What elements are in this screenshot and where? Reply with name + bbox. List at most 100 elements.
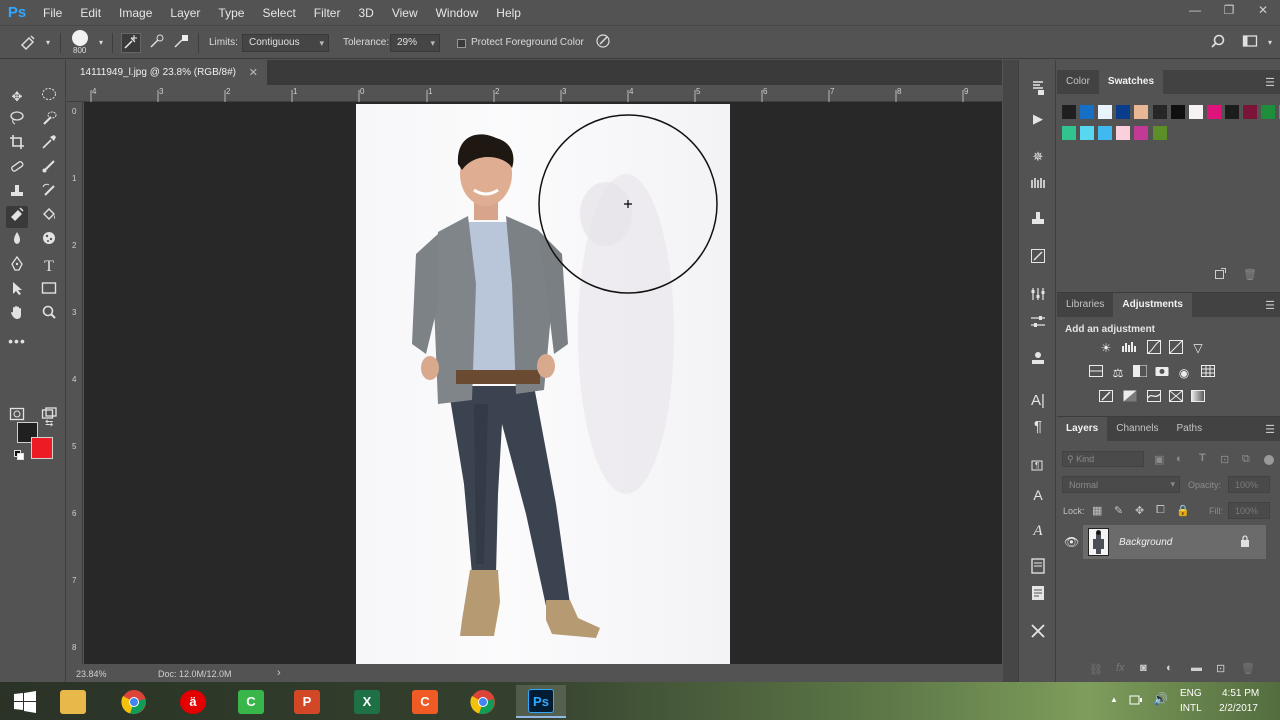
clone-source-icon[interactable]	[1026, 210, 1050, 232]
taskbar-airtel[interactable]: ä	[168, 685, 218, 718]
volume-icon[interactable]: 🔊	[1153, 692, 1168, 706]
layer-mask-icon[interactable]: ◙	[1140, 662, 1147, 674]
taskbar-powerpoint[interactable]: P	[282, 685, 332, 718]
restore-button[interactable]: ❐	[1212, 0, 1246, 20]
blend-mode-dropdown[interactable]: Normal ▾	[1062, 476, 1180, 493]
trash-icon[interactable]: 🗑	[1241, 662, 1255, 675]
menu-image[interactable]: Image	[110, 6, 161, 20]
minimize-button[interactable]: —	[1178, 0, 1212, 20]
color-swatch[interactable]	[1261, 105, 1276, 119]
background-color-swatch[interactable]	[31, 437, 53, 459]
layer-filter-dropdown[interactable]: ⚲ Kind	[1062, 451, 1144, 467]
fill-input[interactable]: 100%	[1228, 502, 1270, 519]
brush-settings-icon[interactable]: ✵	[1026, 146, 1050, 168]
clone-stamp-tool-icon[interactable]	[6, 182, 28, 204]
pen-tool-icon[interactable]	[6, 255, 28, 278]
language-indicator[interactable]: ENG	[1180, 688, 1202, 699]
tab-layers[interactable]: Layers	[1057, 417, 1108, 441]
link-layers-icon[interactable]: ⛓	[1089, 663, 1103, 676]
lock-all-icon[interactable]: 🔒	[1176, 504, 1190, 517]
levels-icon[interactable]	[1121, 340, 1139, 356]
hue-saturation-icon[interactable]	[1087, 365, 1105, 381]
panel-menu-icon[interactable]: ☰	[1265, 76, 1275, 89]
sponge-tool-icon[interactable]	[38, 230, 60, 252]
tab-color[interactable]: Color	[1057, 70, 1099, 94]
sampling-continuous-icon[interactable]	[121, 33, 141, 53]
menu-view[interactable]: View	[383, 6, 427, 20]
close-tab-icon[interactable]: ✕	[249, 66, 258, 79]
brush-picker-chevron-icon[interactable]: ▾	[91, 33, 111, 53]
limits-dropdown[interactable]: Contiguous ▾	[242, 34, 329, 52]
network-icon[interactable]	[1129, 693, 1143, 710]
color-swatch[interactable]	[1080, 105, 1095, 119]
more-tools-icon[interactable]: •••	[6, 330, 28, 352]
background-eraser-tool-icon[interactable]	[6, 206, 28, 228]
sampling-once-icon[interactable]	[147, 33, 167, 53]
lock-artboard-icon[interactable]: ⧠	[1156, 504, 1165, 517]
paragraph-styles-icon[interactable]: ¶	[1026, 456, 1050, 478]
quick-selection-tool-icon[interactable]	[38, 110, 60, 132]
workspace-chevron-icon[interactable]: ▾	[1260, 33, 1280, 53]
color-swatch[interactable]	[1152, 126, 1167, 140]
clock-time[interactable]: 4:51 PM	[1222, 688, 1259, 699]
search-icon[interactable]	[1208, 33, 1228, 53]
filter-type-icon[interactable]: T	[1199, 452, 1206, 464]
lock-image-icon[interactable]: ✎	[1114, 504, 1123, 517]
new-swatch-icon[interactable]	[1215, 268, 1226, 282]
color-swatch[interactable]	[1188, 105, 1203, 119]
color-swatch[interactable]	[1080, 126, 1095, 140]
actions-play-icon[interactable]: ▶	[1026, 108, 1050, 130]
selective-color-icon[interactable]	[1167, 390, 1185, 406]
adjust-sliders-icon[interactable]	[1026, 314, 1050, 336]
taskbar-camtasia[interactable]: C	[226, 685, 276, 718]
character-panel-icon[interactable]: A|	[1026, 390, 1050, 412]
workspace-icon[interactable]	[1240, 33, 1260, 53]
color-balance-icon[interactable]: ⚖	[1109, 365, 1127, 381]
new-group-icon[interactable]: ▬	[1191, 662, 1202, 674]
history-brush-tool-icon[interactable]	[38, 182, 60, 204]
clock-date[interactable]: 2/2/2017	[1219, 703, 1258, 714]
tab-libraries[interactable]: Libraries	[1057, 293, 1113, 317]
protect-foreground-checkbox[interactable]	[457, 39, 466, 48]
brush-tool-icon[interactable]	[38, 158, 60, 180]
tab-channels[interactable]: Channels	[1107, 417, 1167, 441]
brightness-contrast-icon[interactable]: ☀	[1097, 340, 1115, 356]
default-colors-icon[interactable]	[14, 450, 24, 463]
crop-tool-icon[interactable]	[6, 134, 28, 156]
color-swatch[interactable]	[1224, 105, 1239, 119]
curves-icon[interactable]	[1145, 340, 1163, 356]
opacity-input[interactable]: 100%	[1228, 476, 1270, 493]
menu-select[interactable]: Select	[253, 6, 304, 20]
filter-adjustment-icon[interactable]: ◐	[1176, 453, 1183, 465]
pressure-size-icon[interactable]	[593, 33, 613, 53]
brushes-panel-icon[interactable]	[1026, 173, 1050, 195]
eyedropper-tool-icon[interactable]	[38, 134, 60, 156]
menu-filter[interactable]: Filter	[305, 6, 350, 20]
threshold-icon[interactable]	[1145, 390, 1163, 406]
healing-brush-tool-icon[interactable]	[6, 158, 28, 180]
filter-smart-object-icon[interactable]: ⧉	[1242, 453, 1250, 466]
menu-window[interactable]: Window	[427, 6, 488, 20]
color-swatch[interactable]	[1243, 105, 1257, 119]
close-button[interactable]: ✕	[1246, 0, 1280, 20]
tab-paths[interactable]: Paths	[1168, 417, 1212, 441]
zoom-level[interactable]: 23.84%	[76, 669, 107, 679]
type-tool-icon[interactable]: T	[38, 256, 60, 278]
rectangle-tool-icon[interactable]	[38, 280, 60, 302]
layer-row[interactable]: Background	[1083, 525, 1266, 559]
screen-mode-icon[interactable]	[38, 406, 60, 428]
document-tab[interactable]: 14111949_l.jpg @ 23.8% (RGB/8#) ✕	[67, 60, 267, 85]
move-tool-icon[interactable]: ✥	[6, 86, 28, 108]
color-swatch[interactable]	[1116, 126, 1131, 140]
panel-menu-icon[interactable]: ☰	[1265, 299, 1275, 312]
history-panel-icon[interactable]	[1026, 80, 1050, 102]
document-image[interactable]	[356, 104, 730, 664]
vibrance-icon[interactable]: ▽	[1189, 340, 1207, 356]
color-swatch[interactable]	[1116, 105, 1131, 119]
color-swatch[interactable]	[1062, 105, 1076, 119]
menu-3d[interactable]: 3D	[349, 6, 382, 20]
taskbar-photoshop[interactable]: Ps	[516, 685, 566, 718]
channel-mixer-icon[interactable]: ◉	[1175, 365, 1193, 381]
menu-edit[interactable]: Edit	[71, 6, 110, 20]
taskbar-chrome-2[interactable]	[458, 685, 508, 718]
